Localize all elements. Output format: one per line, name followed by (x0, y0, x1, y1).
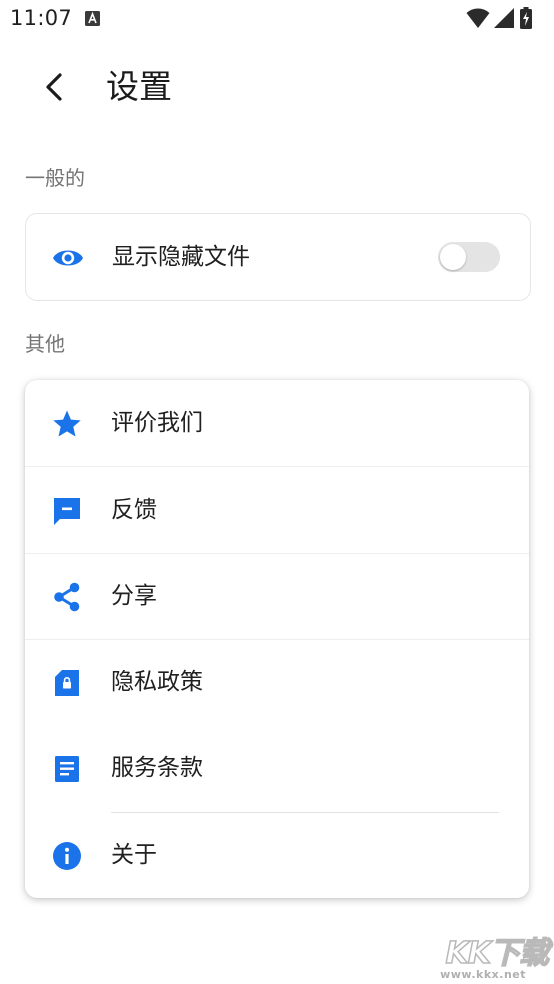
eye-icon (53, 250, 83, 266)
share-label: 分享 (111, 583, 157, 609)
terms-of-service-row[interactable]: 服务条款 (25, 725, 529, 811)
document-icon (55, 756, 79, 782)
privacy-policy-label: 隐私政策 (111, 669, 203, 695)
feedback-label: 反馈 (111, 497, 157, 523)
notification-a-icon (85, 11, 100, 26)
privacy-policy-row[interactable]: 隐私政策 (25, 639, 529, 725)
about-label: 关于 (111, 842, 157, 868)
share-icon (54, 582, 80, 612)
about-row[interactable]: 关于 (25, 812, 529, 898)
terms-of-service-label: 服务条款 (111, 755, 203, 781)
back-button[interactable] (32, 64, 78, 110)
watermark-logo: KK下载 (445, 935, 550, 972)
status-time: 11:07 (10, 6, 73, 30)
show-hidden-files-label: 显示隐藏文件 (112, 244, 250, 270)
rate-us-label: 评价我们 (111, 410, 203, 436)
watermark-url: www.kkx.net (440, 968, 526, 981)
rate-us-row[interactable]: 评价我们 (25, 380, 529, 466)
toggle-knob (440, 244, 466, 270)
wifi-icon (466, 8, 490, 28)
section-header-other: 其他 (25, 332, 65, 356)
other-settings-card: 评价我们 反馈 分享 隐私政策 服务条款 关于 (25, 380, 529, 898)
feedback-row[interactable]: 反馈 (25, 467, 529, 553)
info-icon (53, 842, 81, 870)
chevron-left-icon (46, 73, 62, 101)
page-title: 设置 (106, 67, 172, 106)
battery-charging-icon (520, 7, 532, 29)
status-icons (466, 7, 546, 29)
general-settings-card: 显示隐藏文件 (25, 213, 531, 301)
watermark: KK下载 www.kkx.net (422, 928, 550, 984)
show-hidden-files-row[interactable]: 显示隐藏文件 (26, 214, 530, 300)
section-header-general: 一般的 (25, 166, 85, 190)
privacy-lock-icon (55, 670, 79, 696)
signal-icon (494, 8, 514, 28)
star-icon (53, 410, 81, 437)
status-bar: 11:07 (0, 0, 554, 38)
share-row[interactable]: 分享 (25, 553, 529, 639)
feedback-icon (54, 498, 80, 525)
show-hidden-files-toggle[interactable] (438, 242, 500, 272)
